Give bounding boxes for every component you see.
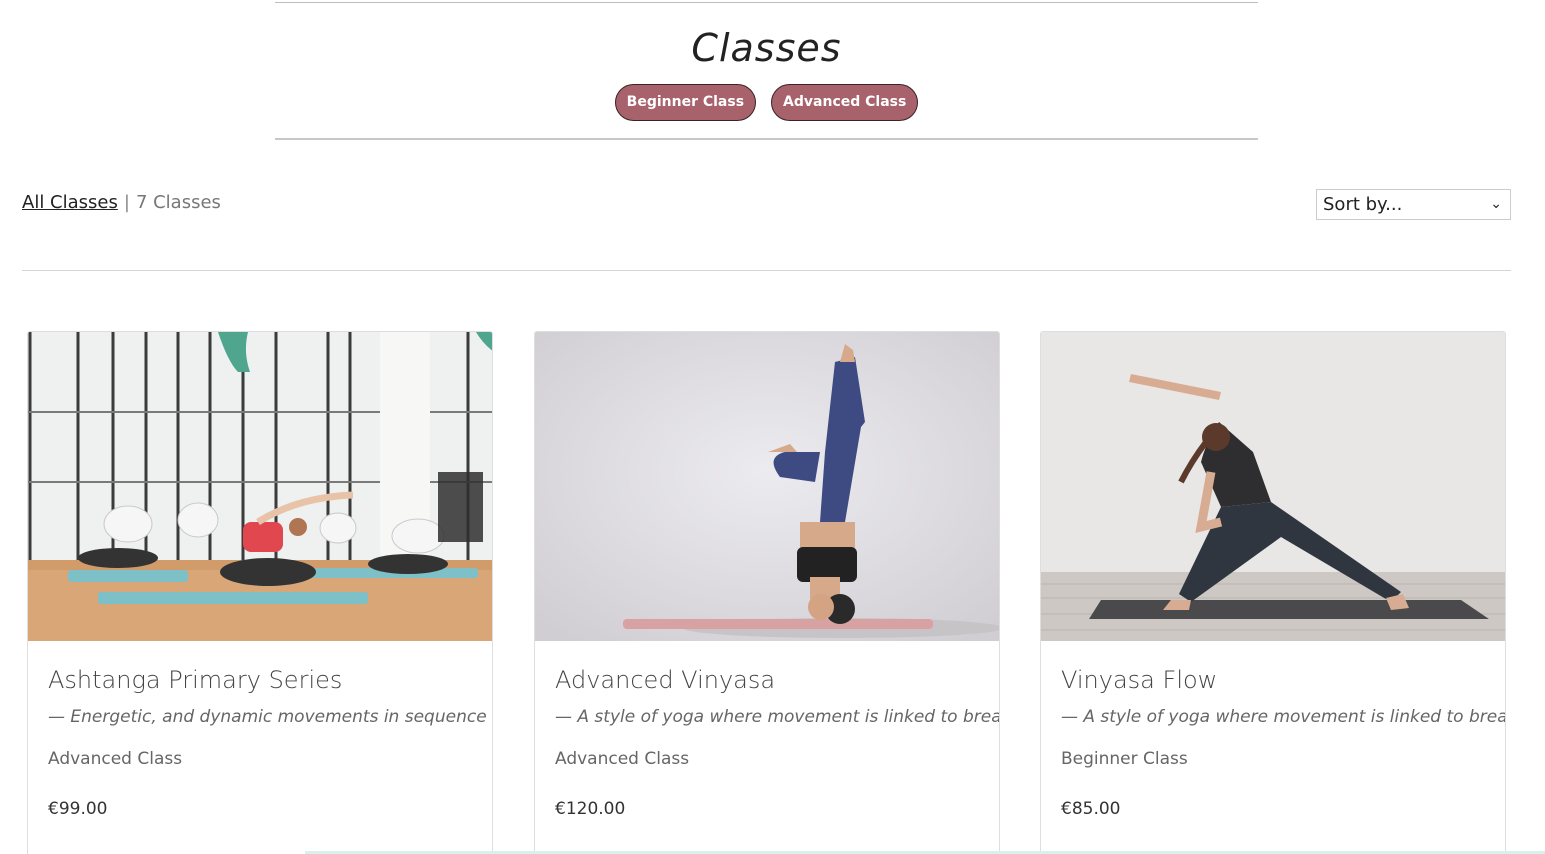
classes-header: Classes Beginner Class Advanced Class: [275, 2, 1258, 140]
class-title[interactable]: Ashtanga Primary Series: [48, 665, 472, 695]
category-filter-row: Beginner Class Advanced Class: [275, 84, 1258, 121]
class-price: €120.00: [555, 799, 626, 819]
class-image[interactable]: [1041, 332, 1505, 641]
card-body: Ashtanga Primary Series — Energetic, and…: [28, 641, 492, 820]
class-category: Advanced Class: [555, 749, 690, 769]
class-title[interactable]: Advanced Vinyasa: [555, 665, 979, 695]
class-price: €99.00: [48, 799, 108, 819]
card-body: Vinyasa Flow — A style of yoga where mov…: [1041, 641, 1505, 820]
all-classes-link[interactable]: All Classes: [22, 192, 118, 213]
class-card[interactable]: Ashtanga Primary Series — Energetic, and…: [27, 331, 493, 854]
class-description: — A style of yoga where movement is link…: [1061, 707, 1506, 727]
card-body: Advanced Vinyasa — A style of yoga where…: [535, 641, 999, 820]
class-category: Beginner Class: [1061, 749, 1188, 769]
class-image[interactable]: [535, 332, 999, 641]
results-toolbar: All Classes | 7 Classes Sort by... ⌄: [22, 189, 1511, 221]
class-description: — A style of yoga where movement is link…: [555, 707, 1000, 727]
result-count: 7 Classes: [135, 192, 221, 213]
class-price: €85.00: [1061, 799, 1121, 819]
class-description: — Energetic, and dynamic movements in se…: [48, 707, 487, 727]
divider: [22, 270, 1511, 271]
class-card[interactable]: Vinyasa Flow — A style of yoga where mov…: [1040, 331, 1506, 854]
advanced-class-button[interactable]: Advanced Class: [771, 84, 919, 121]
class-card[interactable]: Advanced Vinyasa — A style of yoga where…: [534, 331, 1000, 854]
sort-select[interactable]: Sort by... ⌄: [1316, 189, 1511, 220]
page-title: Classes: [691, 26, 842, 70]
sort-selected-value: Sort by...: [1323, 194, 1403, 215]
chevron-down-icon: ⌄: [1490, 196, 1502, 212]
breadcrumb-separator: |: [123, 192, 130, 213]
class-image[interactable]: [28, 332, 492, 641]
class-category: Advanced Class: [48, 749, 183, 769]
breadcrumb: All Classes | 7 Classes: [22, 192, 221, 213]
beginner-class-button[interactable]: Beginner Class: [614, 84, 757, 121]
class-title[interactable]: Vinyasa Flow: [1061, 665, 1485, 695]
